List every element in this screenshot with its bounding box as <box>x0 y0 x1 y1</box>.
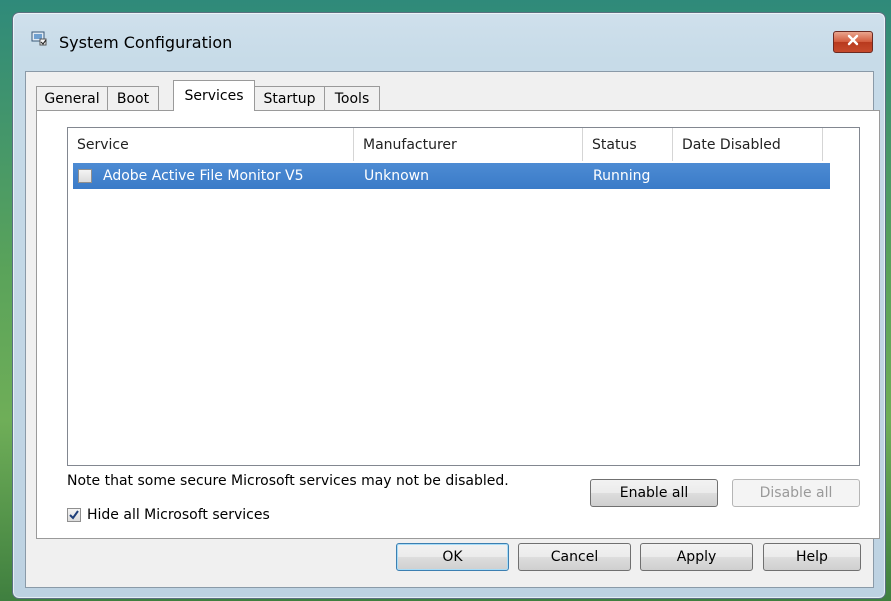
help-button[interactable]: Help <box>763 543 861 571</box>
tab-services[interactable]: Services <box>173 80 255 111</box>
button-label: Enable all <box>619 485 689 501</box>
cancel-button[interactable]: Cancel <box>518 543 631 571</box>
hide-microsoft-services[interactable]: Hide all Microsoft services <box>67 507 270 523</box>
tab-tools[interactable]: Tools <box>324 86 380 110</box>
services-tab-panel: Service Manufacturer Status Date Disable… <box>36 110 880 539</box>
button-label: Disable all <box>759 485 833 501</box>
column-header-manufacturer[interactable]: Manufacturer <box>354 128 583 161</box>
hide-microsoft-services-checkbox[interactable] <box>67 508 81 522</box>
button-label: Apply <box>676 549 717 565</box>
tab-boot[interactable]: Boot <box>107 86 159 110</box>
checkmark-icon <box>69 510 79 520</box>
button-label: Cancel <box>550 549 599 565</box>
ok-button[interactable]: OK <box>396 543 509 571</box>
column-header-service[interactable]: Service <box>68 128 354 161</box>
column-header-label: Date Disabled <box>682 136 781 153</box>
tab-label: Boot <box>116 90 150 107</box>
service-checkbox[interactable] <box>78 169 92 183</box>
column-header-status[interactable]: Status <box>583 128 673 161</box>
tab-label: Startup <box>263 90 316 107</box>
disable-all-button[interactable]: Disable all <box>732 479 860 507</box>
apply-button[interactable]: Apply <box>640 543 753 571</box>
tab-label: Tools <box>334 90 370 107</box>
service-status: Running <box>593 168 651 184</box>
column-header-label: Manufacturer <box>363 136 457 153</box>
column-header-label: Status <box>592 136 637 153</box>
services-list[interactable]: Service Manufacturer Status Date Disable… <box>67 127 860 466</box>
button-label: OK <box>442 549 463 565</box>
service-name: Adobe Active File Monitor V5 <box>103 168 304 184</box>
tab-label: Services <box>184 88 244 104</box>
column-header-label: Service <box>77 136 129 153</box>
tab-general[interactable]: General <box>36 86 108 110</box>
secure-services-note: Note that some secure Microsoft services… <box>67 473 509 489</box>
enable-all-button[interactable]: Enable all <box>590 479 718 507</box>
button-label: Help <box>796 549 828 565</box>
service-row[interactable]: Adobe Active File Monitor V5 Unknown Run… <box>73 163 830 189</box>
service-manufacturer: Unknown <box>364 168 429 184</box>
title-bar[interactable]: System Configuration <box>13 13 885 57</box>
close-button[interactable] <box>833 31 873 53</box>
system-configuration-window: System Configuration General Boot Servic… <box>12 12 886 599</box>
hide-microsoft-services-label: Hide all Microsoft services <box>87 507 270 523</box>
tab-startup[interactable]: Startup <box>254 86 325 110</box>
column-header-date-disabled[interactable]: Date Disabled <box>673 128 823 161</box>
window-title: System Configuration <box>59 33 233 52</box>
list-header: Service Manufacturer Status Date Disable… <box>68 128 859 161</box>
close-icon <box>847 34 859 50</box>
tab-label: General <box>44 90 100 107</box>
system-configuration-icon <box>31 30 47 46</box>
